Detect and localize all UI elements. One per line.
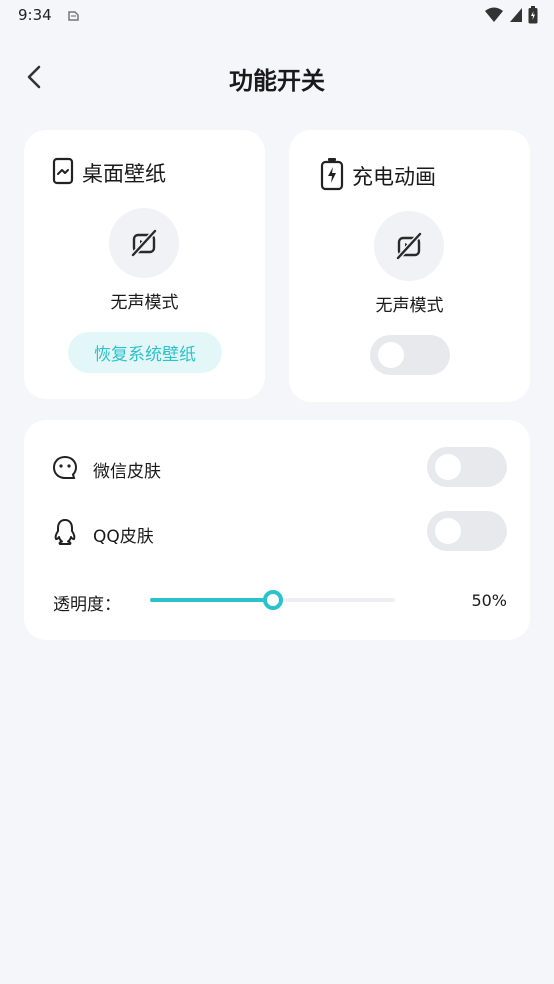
qq-skin-label: QQ皮肤 <box>93 527 154 547</box>
sim-card-icon <box>66 8 80 27</box>
toggle-knob <box>435 454 461 480</box>
toggle-knob <box>435 518 461 544</box>
wallpaper-card-title: 桌面壁纸 <box>82 162 166 186</box>
signal-icon <box>508 6 524 28</box>
wechat-skin-toggle[interactable] <box>427 447 507 487</box>
status-time: 9:34 <box>18 6 52 24</box>
charging-animation-toggle[interactable] <box>370 335 450 375</box>
qq-skin-toggle[interactable] <box>427 511 507 551</box>
opacity-slider[interactable] <box>150 590 395 610</box>
wallpaper-icon <box>52 157 74 189</box>
wifi-icon <box>484 6 504 28</box>
charging-mute-button[interactable] <box>374 211 444 281</box>
restore-wallpaper-button[interactable]: 恢复系统壁纸 <box>68 332 222 373</box>
charging-card-title: 充电动画 <box>352 165 436 189</box>
mute-icon <box>131 229 157 257</box>
wallpaper-card-header: 桌面壁纸 <box>52 157 166 189</box>
opacity-label: 透明度： <box>53 595 121 615</box>
skins-card: 微信皮肤 QQ皮肤 透明度： 50% <box>24 420 530 640</box>
status-indicators <box>484 6 538 28</box>
wallpaper-card: 桌面壁纸 无声模式 恢复系统壁纸 <box>24 130 265 399</box>
battery-charging-icon <box>320 157 344 195</box>
battery-icon <box>528 6 538 28</box>
header: 功能开关 <box>0 50 554 104</box>
wechat-skin-label: 微信皮肤 <box>93 462 161 482</box>
opacity-slider-thumb[interactable] <box>262 590 283 610</box>
wallpaper-mute-button[interactable] <box>109 208 179 278</box>
wallpaper-mode-label: 无声模式 <box>110 293 179 313</box>
mute-icon <box>396 232 422 260</box>
page-title: 功能开关 <box>229 67 325 95</box>
wechat-icon <box>52 455 78 485</box>
status-bar: 9:34 <box>0 0 554 32</box>
opacity-value: 50% <box>471 591 507 610</box>
charging-mode-label: 无声模式 <box>375 296 444 316</box>
opacity-slider-fill <box>150 598 273 602</box>
charging-card: 充电动画 无声模式 <box>289 130 530 402</box>
toggle-knob <box>378 342 404 368</box>
charging-card-header: 充电动画 <box>320 157 436 195</box>
qq-icon <box>52 518 78 550</box>
